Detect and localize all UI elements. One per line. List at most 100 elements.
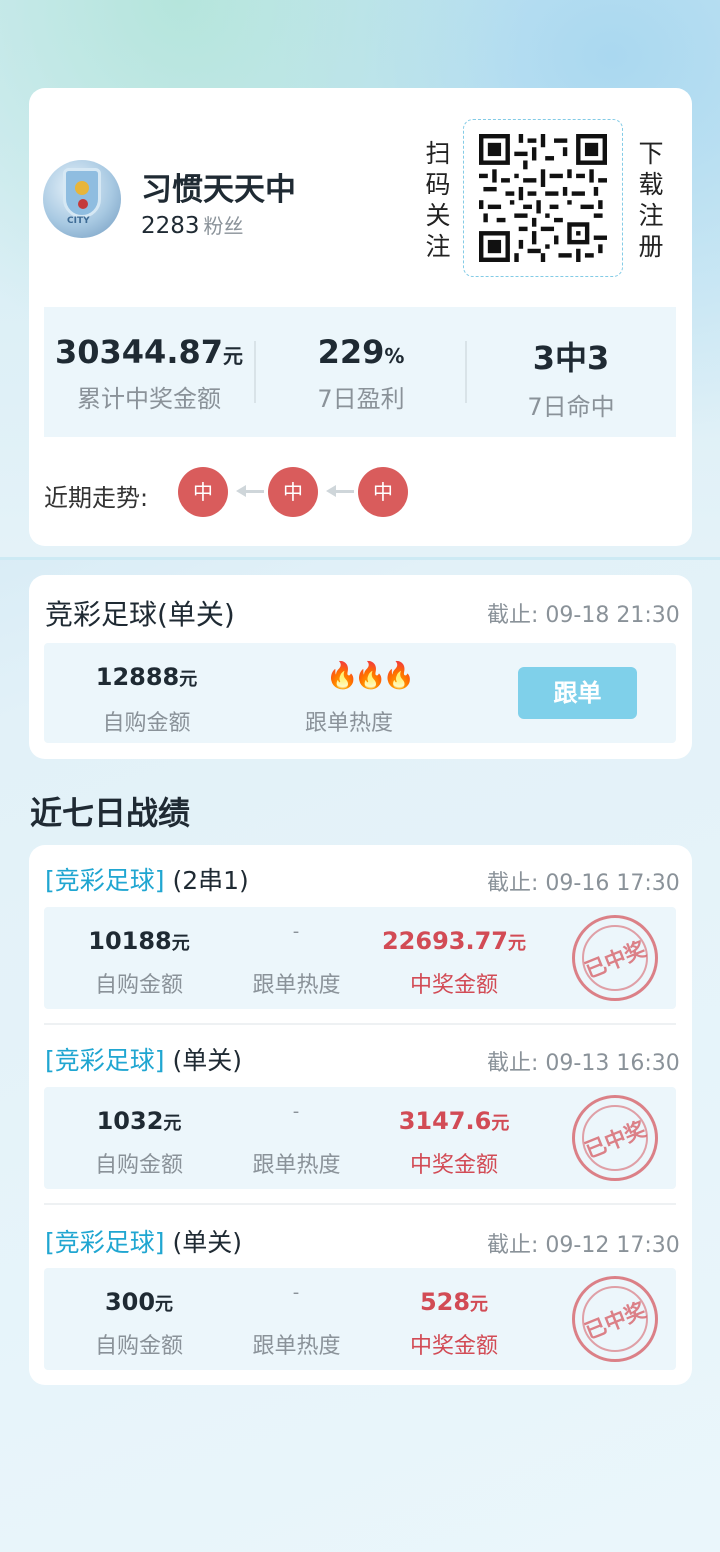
fans-label: 粉丝 (203, 214, 244, 238)
heat-label: 跟单热度 (252, 973, 341, 998)
qr-code-icon (479, 134, 607, 262)
fans-info: 2283 粉丝 (141, 210, 244, 239)
purchase-amount: 300元 (54, 1288, 224, 1316)
prize-amount-unit: 元 (491, 1113, 510, 1134)
follow-button[interactable]: 跟单 (518, 667, 637, 719)
purchase-amount-unit: 元 (163, 1113, 182, 1134)
trend-result-badge: 中 (358, 467, 408, 517)
fans-count: 2283 (141, 213, 200, 239)
prize-amount-value: 528 (419, 1288, 471, 1316)
stat-value: 229 (317, 333, 385, 371)
heat-label: 跟单热度 (252, 1153, 341, 1178)
won-stamp-icon: 已中奖 (572, 915, 658, 1001)
qr-right-char: 注 (638, 201, 664, 230)
heat-value: - (292, 1282, 300, 1303)
stat-total-prize: 30344.87元 累计中奖金额 (44, 333, 254, 414)
prize-amount-label: 中奖金额 (409, 1153, 498, 1178)
record-title[interactable]: [竞彩足球] (单关) (45, 1041, 242, 1077)
qr-left-char: 扫 (425, 139, 451, 168)
stat-label: 累计中奖金额 (77, 385, 221, 413)
purchase-amount: 10188元 (54, 927, 224, 955)
section-title: 近七日战绩 (30, 794, 191, 832)
record-title[interactable]: [竞彩足球] (2串1) (45, 861, 249, 897)
trend-result-badge: 中 (178, 467, 228, 517)
stat-value: 30344.87 (54, 333, 223, 371)
purchase-amount-value: 300 (104, 1288, 156, 1316)
prize-amount-value: 22693.77 (381, 927, 508, 955)
record-deadline: 截止: 09-12 17:30 (487, 1233, 680, 1258)
qr-code[interactable] (463, 119, 623, 277)
avatar-text: CITY (67, 216, 90, 226)
prize-amount-label: 中奖金额 (409, 1334, 498, 1359)
won-stamp-icon: 已中奖 (572, 1095, 658, 1181)
arrow-left-icon (326, 485, 354, 497)
avatar[interactable]: CITY (43, 160, 121, 238)
plan-detail-box: 12888元 自购金额 🔥🔥🔥 跟单热度 跟单 (44, 643, 676, 743)
record-play-type: (单关) (164, 1228, 242, 1257)
heat-value: - (292, 921, 300, 942)
qr-register-label: 下 载 注 册 (636, 138, 666, 262)
stat-unit: % (384, 344, 405, 368)
divider (44, 1203, 676, 1205)
stat-label: 7日盈利 (317, 385, 405, 413)
qr-follow-label: 扫 码 关 注 (423, 138, 453, 262)
won-stamp-icon: 已中奖 (572, 1276, 658, 1362)
heat-label: 跟单热度 (252, 1334, 341, 1359)
profile-card: CITY 习惯天天中 2283 粉丝 扫 码 关 注 下 载 注 册 30344… (29, 88, 692, 546)
history-card: [竞彩足球] (2串1) 截止: 09-16 17:30 10188元 自购金额… (29, 845, 692, 1385)
stat-7day-profit: 229% 7日盈利 (256, 333, 466, 414)
prize-amount-label: 中奖金额 (409, 973, 498, 998)
stats-panel: 30344.87元 累计中奖金额 229% 7日盈利 3中3 7日命中 (44, 307, 676, 437)
record-lottery-type: [竞彩足球] (45, 1046, 165, 1075)
qr-left-char: 码 (425, 170, 451, 199)
heat-label: 跟单热度 (304, 711, 393, 736)
plan-title: 竞彩足球(单关) (45, 598, 235, 631)
stat-7day-hit: 3中3 7日命中 (466, 333, 676, 422)
record-lottery-type: [竞彩足球] (45, 866, 165, 895)
current-plan-card[interactable]: 竞彩足球(单关) 截止: 09-18 21:30 12888元 自购金额 🔥🔥🔥… (29, 575, 692, 759)
record-play-type: (单关) (164, 1046, 242, 1075)
record-detail-box: 10188元 自购金额 - 跟单热度 22693.77元 中奖金额 已中奖 (44, 907, 676, 1009)
record-lottery-type: [竞彩足球] (45, 1228, 165, 1257)
prize-amount-unit: 元 (470, 1294, 489, 1315)
qr-left-char: 关 (425, 201, 451, 230)
purchase-amount-value: 12888 (95, 663, 180, 691)
purchase-amount: 1032元 (54, 1107, 224, 1135)
plan-deadline: 截止: 09-18 21:30 (487, 603, 680, 628)
purchase-amount-label: 自购金额 (94, 973, 183, 998)
stat-unit: 元 (223, 344, 243, 368)
qr-right-char: 载 (638, 170, 664, 199)
stat-label: 7日命中 (527, 393, 615, 421)
arrow-left-icon (236, 485, 264, 497)
divider (44, 1023, 676, 1025)
record-detail-box: 300元 自购金额 - 跟单热度 528元 中奖金额 已中奖 (44, 1268, 676, 1370)
record-play-type: (2串1) (164, 866, 249, 895)
heat-value: - (292, 1101, 300, 1122)
purchase-amount-unit: 元 (155, 1294, 174, 1315)
trend-result-badge: 中 (268, 467, 318, 517)
prize-amount-unit: 元 (508, 933, 526, 954)
prize-amount-value: 3147.6 (398, 1107, 492, 1135)
qr-right-char: 册 (638, 232, 664, 261)
purchase-amount-value: 10188 (88, 927, 172, 955)
user-name: 习惯天天中 (141, 172, 296, 208)
prize-amount: 528元 (364, 1288, 544, 1316)
prize-amount: 22693.77元 (364, 927, 544, 955)
purchase-amount-unit: 元 (179, 669, 198, 690)
qr-left-char: 注 (425, 232, 451, 261)
record-title[interactable]: [竞彩足球] (单关) (45, 1223, 242, 1259)
club-crest-icon (63, 168, 101, 218)
qr-right-char: 下 (638, 139, 664, 168)
purchase-amount-label: 自购金额 (94, 1334, 183, 1359)
record-deadline: 截止: 09-16 17:30 (487, 871, 680, 896)
purchase-amount-label: 自购金额 (94, 1153, 183, 1178)
prize-amount: 3147.6元 (364, 1107, 544, 1135)
trend-label: 近期走势: (44, 484, 149, 512)
record-deadline: 截止: 09-13 16:30 (487, 1051, 680, 1076)
purchase-amount-label: 自购金额 (102, 711, 191, 736)
record-detail-box: 1032元 自购金额 - 跟单热度 3147.6元 中奖金额 已中奖 (44, 1087, 676, 1189)
purchase-amount-value: 1032 (96, 1107, 164, 1135)
purchase-amount: 12888元 (64, 663, 229, 691)
stat-value: 3中3 (532, 339, 610, 377)
purchase-amount-unit: 元 (171, 933, 190, 954)
